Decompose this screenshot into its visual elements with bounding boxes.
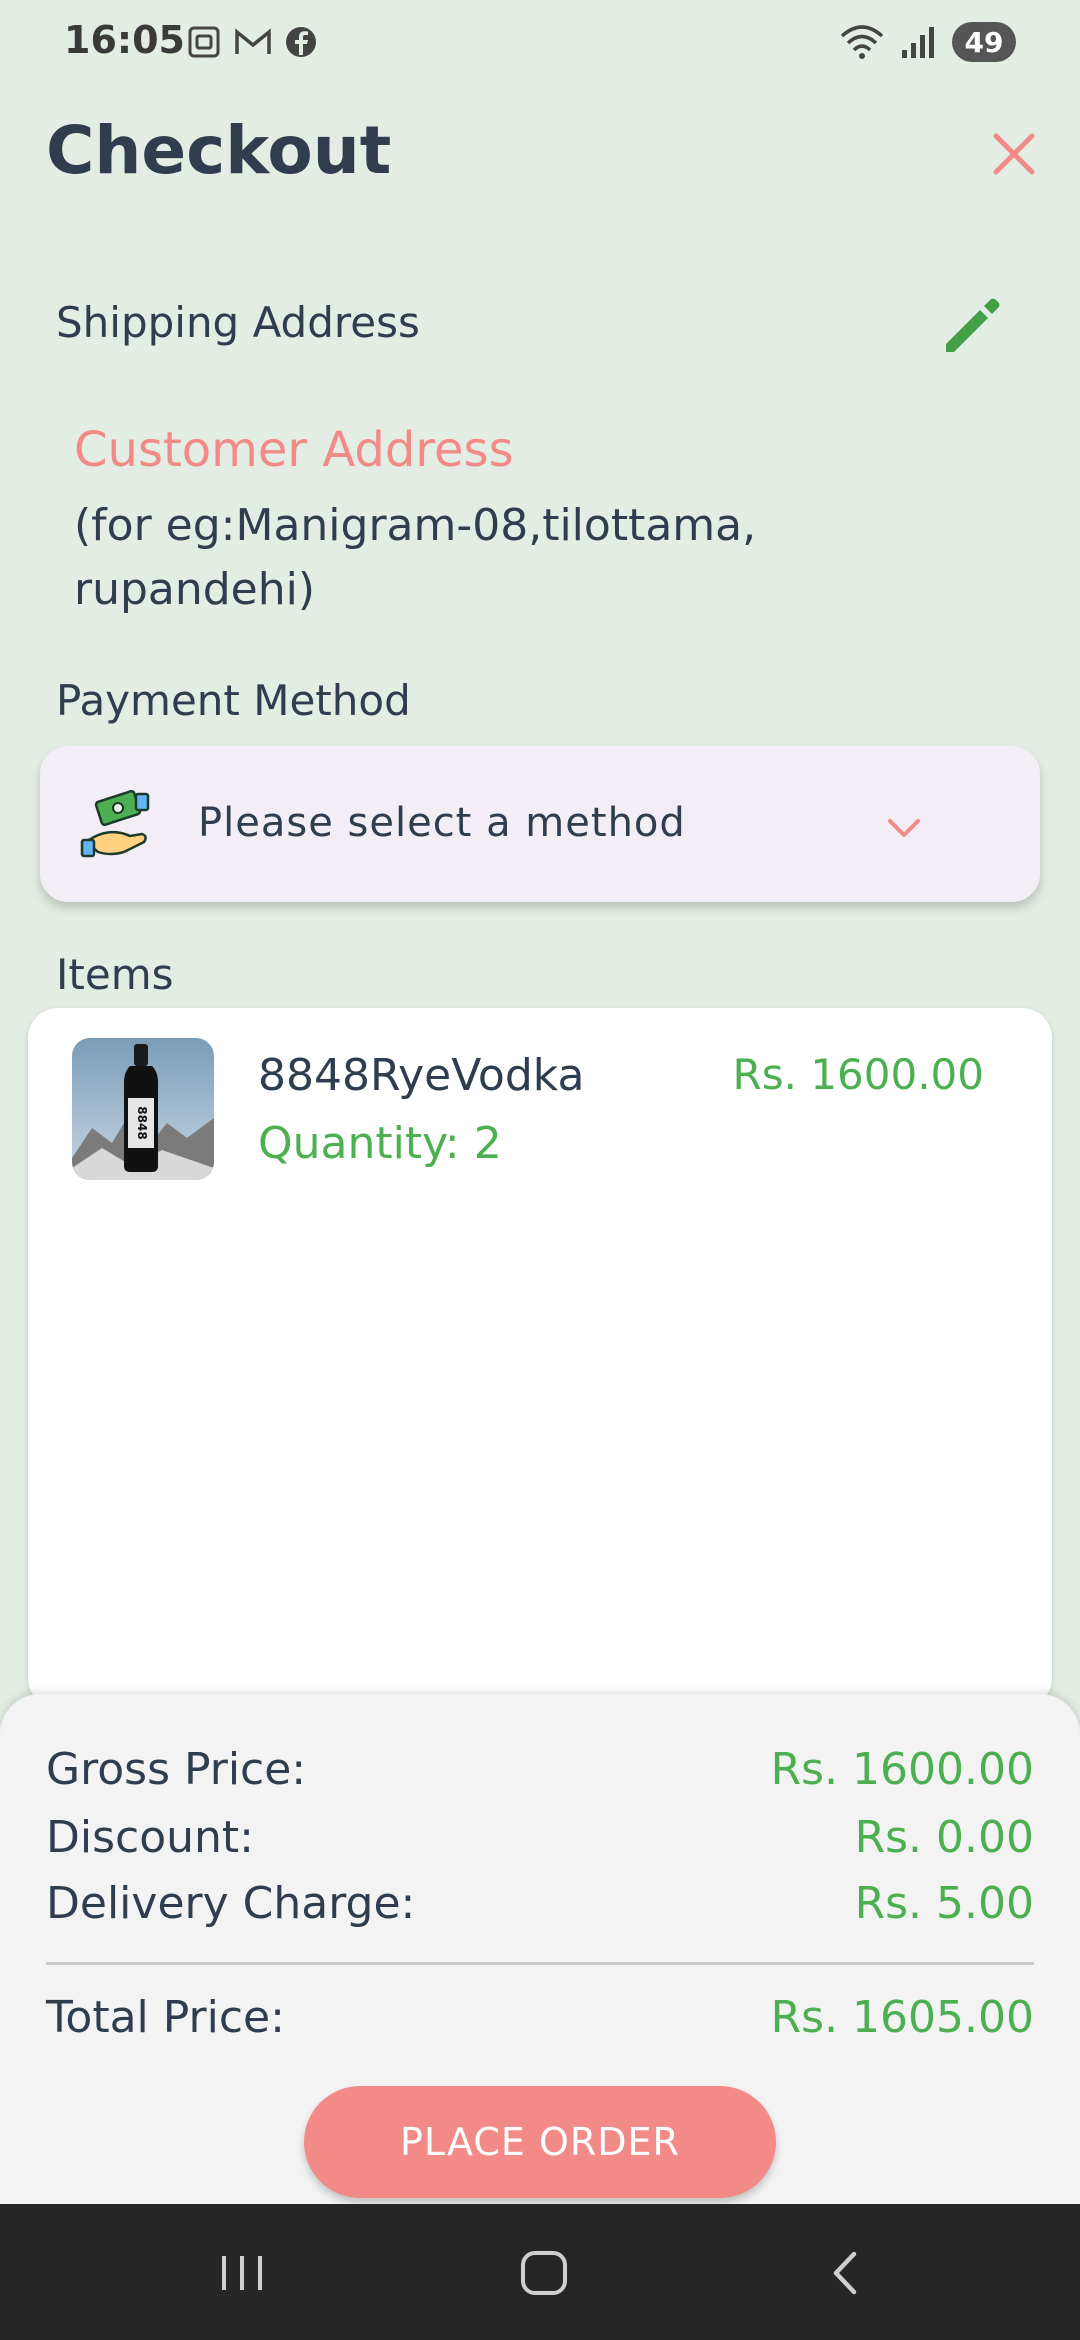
screenshot-icon: [188, 26, 220, 58]
item-thumbnail: 8848: [72, 1038, 214, 1180]
home-icon[interactable]: [504, 2238, 584, 2308]
gross-price-label: Gross Price:: [46, 1744, 307, 1795]
signal-icon: [902, 27, 934, 58]
wifi-icon: [840, 25, 884, 59]
back-icon[interactable]: [806, 2238, 886, 2308]
close-icon[interactable]: [984, 124, 1044, 184]
page-title: Checkout: [46, 112, 392, 189]
place-order-button[interactable]: PLACE ORDER: [304, 2086, 776, 2198]
item-name: 8848RyeVodka: [258, 1050, 585, 1101]
status-system-icons: 49: [838, 20, 1016, 64]
item-quantity: Quantity: 2: [258, 1118, 502, 1169]
payment-method-placeholder: Please select a method: [198, 800, 686, 846]
vodka-bottle-image: 8848: [72, 1038, 214, 1180]
delivery-charge-label: Delivery Charge:: [46, 1878, 416, 1929]
battery-indicator: 49: [952, 22, 1016, 62]
customer-address-title[interactable]: Customer Address: [74, 422, 514, 478]
recent-apps-icon[interactable]: [202, 2238, 282, 2308]
total-price-label: Total Price:: [46, 1992, 285, 2043]
discount-value: Rs. 0.00: [854, 1812, 1034, 1863]
gmail-icon: [235, 28, 271, 54]
items-label: Items: [56, 950, 174, 999]
bottle-label-text: 8848: [135, 1106, 149, 1139]
status-notification-icons: [186, 22, 318, 62]
facebook-icon: [286, 27, 316, 57]
payment-method-label: Payment Method: [56, 676, 411, 725]
total-price-value: Rs. 1605.00: [770, 1992, 1034, 2043]
item-price: Rs. 1600.00: [732, 1050, 984, 1099]
status-time: 16:05: [64, 18, 185, 62]
delivery-charge-value: Rs. 5.00: [854, 1878, 1034, 1929]
shipping-address-label: Shipping Address: [56, 298, 420, 347]
discount-label: Discount:: [46, 1812, 254, 1863]
customer-address-hint: (for eg:Manigram-08,tilottama, rupandehi…: [74, 500, 757, 615]
gross-price-value: Rs. 1600.00: [770, 1744, 1034, 1795]
payment-hands-icon: [80, 790, 150, 858]
pencil-icon[interactable]: [936, 290, 1006, 360]
summary-divider: [46, 1962, 1034, 1965]
chevron-down-icon: [888, 819, 920, 837]
